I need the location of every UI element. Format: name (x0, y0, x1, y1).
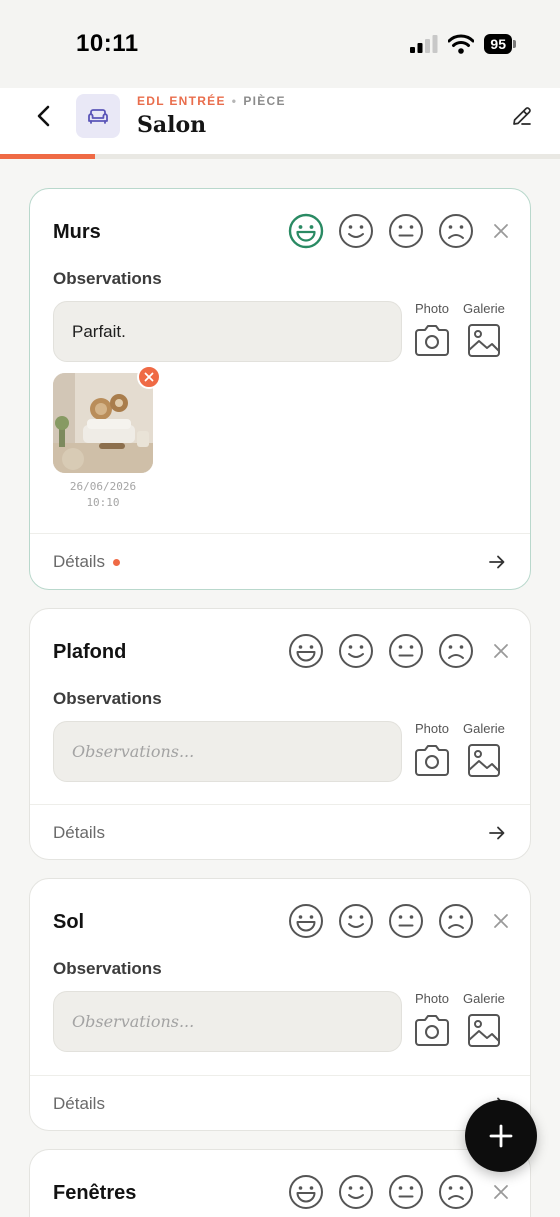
observations-label: Observations (53, 689, 162, 708)
breadcrumb-separator: • (231, 94, 238, 108)
close-icon[interactable] (490, 910, 512, 932)
photo-attachment[interactable]: 26/06/2026 10:10 (53, 365, 161, 511)
neutral-face-icon[interactable] (388, 1174, 424, 1210)
observations-field[interactable]: Observations... (53, 721, 402, 782)
bad-face-icon[interactable] (438, 213, 474, 249)
wifi-icon (448, 34, 475, 54)
room-badge (76, 94, 120, 138)
observations-placeholder: Observations... (72, 1012, 195, 1031)
neutral-face-icon[interactable] (388, 903, 424, 939)
neutral-face-icon[interactable] (388, 633, 424, 669)
back-icon[interactable] (30, 102, 58, 130)
good-face-icon[interactable] (338, 633, 374, 669)
element-card-plafond: Plafond Observations Observations... Pho… (29, 608, 531, 860)
sofa-icon (88, 109, 108, 124)
room-progress-bar (0, 154, 560, 159)
page-title: Salon (137, 112, 207, 138)
page-header: EDL ENTRÉE • PIÈCE Salon (0, 88, 560, 158)
neutral-face-icon[interactable] (388, 213, 424, 249)
camera-icon (415, 745, 449, 776)
image-icon (467, 324, 500, 357)
bad-face-icon[interactable] (438, 1174, 474, 1210)
signal-icon (410, 35, 438, 53)
very-good-face-icon[interactable] (288, 633, 324, 669)
card-title: Sol (53, 911, 85, 933)
photo-button[interactable]: Photo (413, 301, 451, 358)
good-face-icon[interactable] (338, 903, 374, 939)
details-row[interactable]: Détails (53, 1092, 507, 1116)
observations-label: Observations (53, 269, 162, 288)
close-icon[interactable] (490, 220, 512, 242)
living-room-photo (53, 373, 153, 473)
rating-group (288, 633, 512, 669)
element-card-fenetres: Fenêtres (29, 1149, 531, 1217)
breadcrumb-report: EDL ENTRÉE (137, 94, 226, 108)
bad-face-icon[interactable] (438, 633, 474, 669)
card-title: Murs (53, 221, 101, 243)
plus-icon (489, 1124, 513, 1148)
arrow-right-icon (489, 555, 505, 569)
gallery-button[interactable]: Galerie (463, 991, 505, 1048)
photo-thumbnail[interactable] (53, 373, 153, 473)
details-label: Détails (53, 1094, 105, 1113)
photo-label: Photo (415, 721, 449, 736)
observations-label: Observations (53, 959, 162, 978)
good-face-icon[interactable] (338, 1174, 374, 1210)
breadcrumb: EDL ENTRÉE • PIÈCE (137, 94, 286, 108)
observations-value: Parfait. (72, 321, 126, 341)
room-progress-fill (0, 154, 96, 159)
element-card-murs: Murs Observations Parfait. Photo Galerie… (29, 188, 531, 590)
very-good-face-icon[interactable] (288, 1174, 324, 1210)
status-bar: 10:11 95 (0, 0, 560, 88)
element-card-sol: Sol Observations Observations... Photo G… (29, 878, 531, 1131)
rating-group (288, 1174, 512, 1210)
status-time: 10:11 (76, 30, 139, 57)
status-icons: 95 (410, 34, 516, 54)
edit-icon[interactable] (510, 104, 534, 128)
observations-field[interactable]: Observations... (53, 991, 402, 1052)
close-icon[interactable] (490, 640, 512, 662)
arrow-right-icon (489, 826, 505, 840)
details-label: Détails (53, 552, 105, 571)
camera-icon (415, 1015, 449, 1046)
add-element-button[interactable] (465, 1100, 537, 1172)
remove-photo-button[interactable] (137, 365, 161, 389)
gallery-label: Galerie (463, 991, 505, 1006)
photo-timestamp: 26/06/2026 10:10 (53, 479, 153, 511)
battery-indicator: 95 (484, 34, 516, 54)
very-good-face-icon[interactable] (288, 903, 324, 939)
camera-icon (415, 325, 449, 356)
divider (30, 804, 530, 805)
details-label: Détails (53, 823, 105, 842)
good-face-icon[interactable] (338, 213, 374, 249)
card-title: Plafond (53, 641, 127, 663)
close-icon[interactable] (490, 1181, 512, 1203)
rating-group (288, 213, 512, 249)
card-title: Fenêtres (53, 1182, 137, 1204)
observations-placeholder: Observations... (72, 742, 195, 761)
details-row[interactable]: Détails (53, 821, 507, 845)
gallery-button[interactable]: Galerie (463, 301, 505, 358)
photo-label: Photo (415, 301, 449, 316)
image-icon (467, 744, 500, 777)
photo-date: 26/06/2026 (69, 480, 137, 493)
rating-group (288, 903, 512, 939)
very-good-face-icon[interactable] (288, 213, 324, 249)
details-row[interactable]: Détails (53, 550, 507, 574)
close-icon (144, 372, 154, 382)
photo-time: 10:10 (86, 496, 120, 509)
divider (30, 1075, 530, 1076)
divider (30, 533, 530, 534)
bad-face-icon[interactable] (438, 903, 474, 939)
photo-button[interactable]: Photo (413, 721, 451, 778)
image-icon (467, 1014, 500, 1047)
photo-button[interactable]: Photo (413, 991, 451, 1048)
photo-label: Photo (415, 991, 449, 1006)
gallery-label: Galerie (463, 301, 505, 316)
details-pending-dot (112, 558, 120, 566)
breadcrumb-room: PIÈCE (243, 94, 286, 108)
gallery-label: Galerie (463, 721, 505, 736)
observations-field[interactable]: Parfait. (53, 301, 402, 362)
gallery-button[interactable]: Galerie (463, 721, 505, 778)
